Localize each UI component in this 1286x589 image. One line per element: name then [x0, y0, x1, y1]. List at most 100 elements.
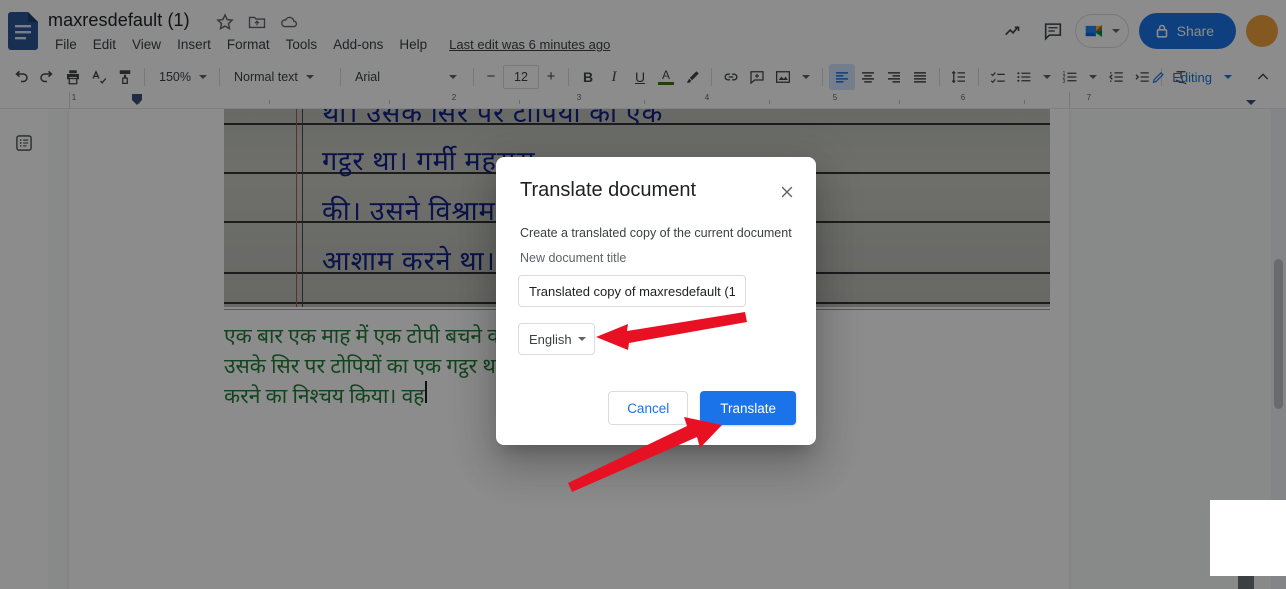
decrease-indent-icon[interactable] — [1103, 64, 1129, 90]
notebook-margin-line — [302, 109, 303, 307]
close-icon[interactable] — [776, 181, 798, 203]
print-icon[interactable] — [60, 64, 86, 90]
image-options-chevron-down-icon[interactable] — [802, 75, 810, 79]
corner-popup-panel[interactable] — [1210, 500, 1286, 576]
avatar[interactable] — [1246, 15, 1278, 47]
menu-tools[interactable]: Tools — [278, 35, 326, 54]
scrollbar-thumb[interactable] — [1274, 259, 1283, 409]
pencil-icon — [1151, 70, 1166, 85]
paragraph-style-value: Normal text — [234, 70, 298, 84]
translate-button[interactable]: Translate — [700, 391, 796, 425]
new-document-title-label: New document title — [520, 251, 627, 265]
add-comment-icon[interactable] — [744, 64, 770, 90]
ruler-tick — [899, 100, 900, 104]
italic-button[interactable]: I — [601, 64, 627, 90]
menu-view[interactable]: View — [124, 35, 169, 54]
align-right-icon[interactable] — [881, 64, 907, 90]
chevron-down-icon — [449, 75, 457, 79]
cancel-button[interactable]: Cancel — [608, 391, 689, 425]
font-size-input[interactable]: 12 — [503, 65, 539, 89]
ruler-margin-edge — [1069, 92, 1070, 109]
comment-history-icon[interactable] — [1035, 13, 1071, 49]
underline-button[interactable]: U — [627, 64, 653, 90]
font-size-stepper: − 12 + — [480, 65, 562, 89]
language-value: English — [529, 331, 572, 347]
svg-text:3: 3 — [1063, 79, 1066, 85]
lock-icon — [1155, 23, 1169, 39]
redo-icon[interactable] — [34, 64, 60, 90]
ruler-number: 2 — [451, 93, 457, 102]
bold-button[interactable]: B — [575, 64, 601, 90]
menu-format[interactable]: Format — [219, 35, 278, 54]
translate-document-dialog: Translate document Create a translated c… — [496, 157, 816, 445]
cloud-saved-icon[interactable] — [279, 12, 299, 32]
menu-bar: File Edit View Insert Format Tools Add-o… — [47, 35, 614, 54]
left-indent-marker[interactable] — [131, 93, 143, 107]
right-indent-marker[interactable] — [1245, 93, 1257, 107]
zoom-select[interactable]: 150% — [151, 65, 213, 89]
ruler-tick — [769, 100, 770, 104]
font-size-increase-button[interactable]: + — [540, 66, 562, 88]
toolbar-divider — [939, 68, 940, 86]
font-family-select[interactable]: Arial — [347, 65, 467, 89]
new-document-title-input[interactable] — [518, 275, 746, 307]
ruler-track: 1 2 3 4 5 6 7 — [69, 92, 1255, 109]
google-docs-icon[interactable] — [8, 12, 38, 50]
font-size-decrease-button[interactable]: − — [480, 66, 502, 88]
menu-help[interactable]: Help — [391, 35, 435, 54]
toolbar-divider — [219, 68, 220, 86]
dialog-title: Translate document — [520, 179, 697, 201]
corner-popup-tab[interactable] — [1238, 576, 1254, 589]
editing-mode-selector[interactable]: Editing — [1145, 64, 1244, 90]
toolbar-divider — [473, 68, 474, 86]
toolbar-divider — [711, 68, 712, 86]
menu-edit[interactable]: Edit — [85, 35, 124, 54]
chevron-down-icon — [577, 337, 586, 341]
spellcheck-icon[interactable] — [86, 64, 112, 90]
insert-link-icon[interactable] — [718, 64, 744, 90]
text-color-swatch — [658, 81, 674, 85]
toolbar-divider — [340, 68, 341, 86]
ruler[interactable]: 1 2 3 4 5 6 7 — [0, 92, 1286, 109]
align-center-icon[interactable] — [855, 64, 881, 90]
last-edit-link[interactable]: Last edit was 6 minutes ago — [445, 35, 614, 54]
toolbar-divider — [822, 68, 823, 86]
chevron-down-icon[interactable] — [1224, 75, 1232, 79]
menu-insert[interactable]: Insert — [169, 35, 219, 54]
insert-image-icon[interactable] — [770, 64, 796, 90]
ruler-tick — [1024, 100, 1025, 104]
app-header: maxresdefault (1) File Edit View Insert … — [0, 0, 1286, 62]
text-color-button[interactable]: A — [653, 64, 679, 90]
align-justify-icon[interactable] — [907, 64, 933, 90]
star-icon[interactable] — [215, 12, 235, 32]
google-meet-icon[interactable] — [1074, 14, 1129, 48]
numbered-list-chevron-down-icon[interactable] — [1089, 75, 1097, 79]
hide-menus-button[interactable] — [1250, 64, 1276, 90]
ruler-margin-edge — [69, 92, 70, 109]
editing-mode-label: Editing — [1172, 69, 1212, 85]
checklist-icon[interactable] — [985, 64, 1011, 90]
document-outline-icon[interactable] — [12, 131, 36, 155]
menu-add-ons[interactable]: Add-ons — [325, 35, 391, 54]
language-select[interactable]: English — [518, 323, 595, 355]
document-title-block: maxresdefault (1) — [48, 8, 190, 32]
paragraph-style-select[interactable]: Normal text — [226, 65, 334, 89]
ruler-number: 7 — [1086, 93, 1092, 102]
zoom-value: 150% — [159, 70, 191, 84]
bulleted-list-icon[interactable] — [1011, 64, 1037, 90]
activity-dashboard-icon[interactable] — [995, 13, 1031, 49]
undo-icon[interactable] — [8, 64, 34, 90]
move-to-folder-icon[interactable] — [247, 12, 267, 32]
align-left-icon[interactable] — [829, 64, 855, 90]
highlight-color-icon[interactable] — [679, 64, 705, 90]
meet-chevron-down-icon[interactable] — [1111, 29, 1120, 33]
font-family-value: Arial — [355, 70, 381, 84]
menu-file[interactable]: File — [47, 35, 85, 54]
line-spacing-icon[interactable] — [946, 64, 972, 90]
paint-format-icon[interactable] — [112, 64, 138, 90]
chevron-down-icon — [198, 75, 207, 79]
bulleted-list-chevron-down-icon[interactable] — [1043, 75, 1051, 79]
share-button[interactable]: Share — [1138, 13, 1236, 49]
numbered-list-icon[interactable]: 1 2 3 — [1057, 64, 1083, 90]
page-title[interactable]: maxresdefault (1) — [48, 8, 190, 32]
